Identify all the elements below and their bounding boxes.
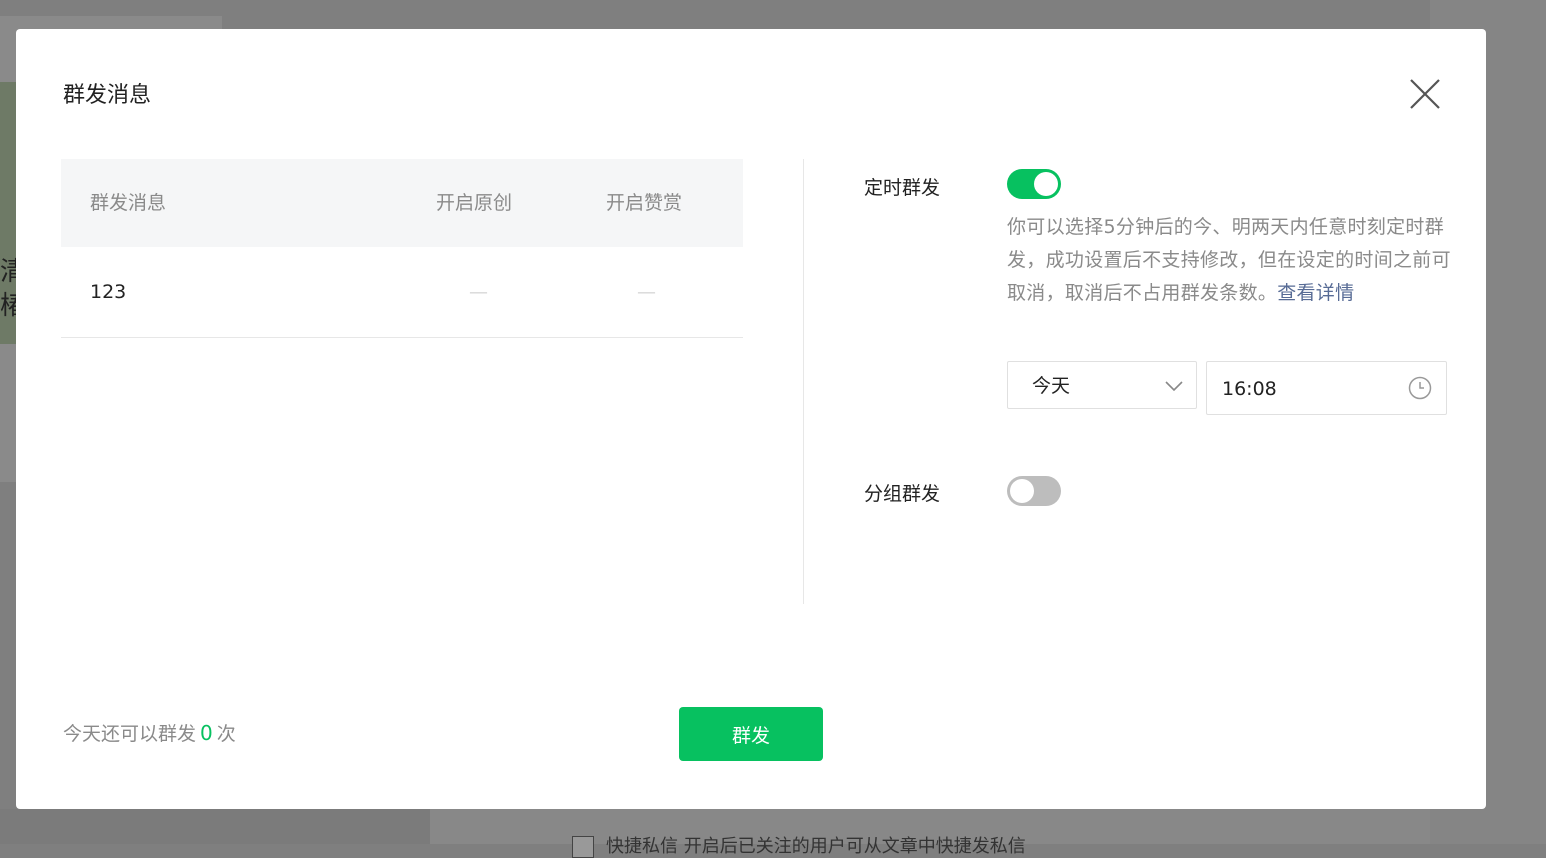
header-reward: 开启赞赏 xyxy=(606,192,683,214)
row-original: — xyxy=(469,281,488,303)
header-original: 开启原创 xyxy=(436,192,513,214)
group-send-label: 分组群发 xyxy=(864,483,941,505)
clock-icon xyxy=(1408,376,1432,400)
toggle-knob xyxy=(1010,479,1034,503)
group-send-toggle[interactable] xyxy=(1007,476,1061,506)
panel-divider xyxy=(803,159,804,604)
send-button[interactable]: 群发 xyxy=(679,707,823,761)
row-message: 123 xyxy=(90,281,127,303)
message-table: 群发消息 开启原创 开启赞赏 123 — — xyxy=(61,159,743,338)
background-checkbox xyxy=(572,836,594,858)
date-select-value: 今天 xyxy=(1032,375,1071,397)
scheduled-description: 你可以选择5分钟后的今、明两天内任意时刻定时群发，成功设置后不支持修改，但在设定… xyxy=(1007,211,1457,310)
time-input-value: 16:08 xyxy=(1222,378,1277,400)
send-quota: 今天还可以群发 0 次 xyxy=(63,719,236,746)
mass-send-dialog: 群发消息 群发消息 开启原创 开启赞赏 123 — — 定时群发 你可以选择5分… xyxy=(16,29,1486,809)
close-button[interactable] xyxy=(1408,77,1442,111)
table-header: 群发消息 开启原创 开启赞赏 xyxy=(61,159,743,247)
table-row: 123 — — xyxy=(61,247,743,338)
quota-count: 0 xyxy=(200,721,213,745)
row-reward: — xyxy=(637,281,656,303)
scheduled-description-text: 你可以选择5分钟后的今、明两天内任意时刻定时群发，成功设置后不支持修改，但在设定… xyxy=(1007,216,1451,304)
time-input[interactable]: 16:08 xyxy=(1206,361,1447,415)
toggle-knob xyxy=(1034,172,1058,196)
quota-suffix: 次 xyxy=(216,723,236,745)
scheduled-send-toggle[interactable] xyxy=(1007,169,1061,199)
scheduled-send-label: 定时群发 xyxy=(864,177,941,199)
header-message: 群发消息 xyxy=(90,192,167,214)
quota-prefix: 今天还可以群发 xyxy=(63,723,197,745)
chevron-down-icon xyxy=(1165,381,1183,392)
close-icon xyxy=(1410,79,1440,109)
view-details-link[interactable]: 查看详情 xyxy=(1277,282,1354,304)
date-select[interactable]: 今天 xyxy=(1007,361,1197,409)
background-bottom-left xyxy=(0,809,430,844)
background-footnote: 快捷私信 开启后已关注的用户可从文章中快捷发私信 xyxy=(606,836,1026,857)
dialog-title: 群发消息 xyxy=(63,83,152,108)
